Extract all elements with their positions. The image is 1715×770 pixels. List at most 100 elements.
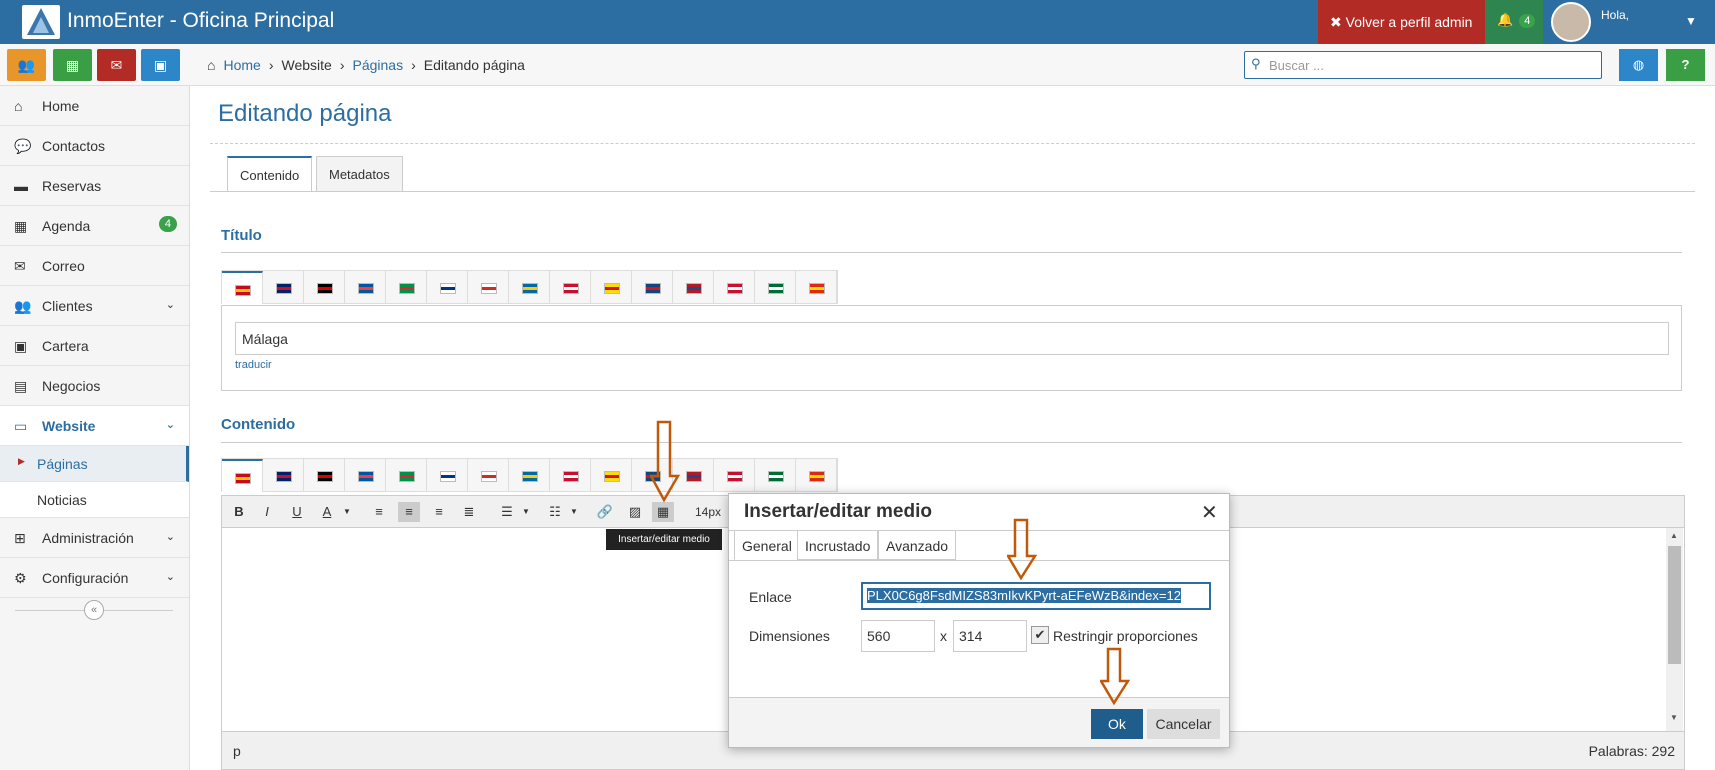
underline-button[interactable]: U	[286, 502, 308, 522]
flag-icon	[399, 471, 415, 482]
align-center-button[interactable]: ≡	[398, 502, 420, 522]
flag-icon	[768, 471, 784, 482]
flag-icon	[276, 283, 292, 294]
sidebar-item-website[interactable]: ▭ Website ⌄	[0, 406, 189, 446]
link-button[interactable]: 🔗	[594, 502, 616, 522]
translate-link[interactable]: traducir	[235, 359, 272, 371]
height-input[interactable]: 314	[953, 620, 1027, 652]
chevron-down-icon[interactable]: ▼	[336, 502, 358, 522]
sidebar-subitem-noticias[interactable]: Noticias	[0, 482, 189, 518]
scroll-up-icon[interactable]: ▲	[1670, 531, 1678, 540]
user-menu[interactable]: Hola, ▼	[1543, 0, 1715, 44]
font-size-select[interactable]: 14px	[690, 502, 726, 522]
title-input[interactable]: Málaga	[235, 322, 1669, 355]
sidebar-item-home[interactable]: ⌂ Home	[0, 86, 189, 126]
language-flag-tab[interactable]	[550, 459, 591, 492]
language-flag-tab[interactable]	[304, 271, 345, 304]
align-right-button[interactable]: ≡	[428, 502, 450, 522]
language-flag-tab[interactable]	[427, 459, 468, 492]
sidebar-subitem-paginas[interactable]: ▶ Páginas	[0, 446, 189, 482]
language-flag-tab[interactable]	[263, 271, 304, 304]
sidebar-item-correo[interactable]: ✉ Correo	[0, 246, 189, 286]
sidebar-item-administracion[interactable]: ⊞ Administración ⌄	[0, 518, 189, 558]
language-flag-tab[interactable]	[263, 459, 304, 492]
bold-button[interactable]: B	[228, 502, 250, 522]
language-flag-tab[interactable]	[755, 459, 796, 492]
sidebar-item-agenda[interactable]: ▦ Agenda 4	[0, 206, 189, 246]
language-flag-tab[interactable]	[714, 459, 755, 492]
calendar-quick-button[interactable]: ▦	[53, 49, 92, 81]
tooltip: Insertar/editar medio	[606, 529, 722, 550]
bell-icon: 🔔	[1497, 12, 1514, 27]
language-flag-tab[interactable]	[509, 271, 550, 304]
language-flag-tab[interactable]	[591, 459, 632, 492]
briefcase-quick-button[interactable]: ▣	[141, 49, 180, 81]
breadcrumb-home[interactable]: Home	[223, 57, 260, 73]
globe-button[interactable]: ◍	[1619, 49, 1658, 81]
help-button[interactable]: ?	[1666, 49, 1705, 81]
language-flag-tab[interactable]	[509, 459, 550, 492]
language-flag-tab[interactable]	[468, 271, 509, 304]
dialog-tab-general[interactable]: General	[734, 530, 800, 560]
logo[interactable]	[22, 5, 60, 39]
width-input[interactable]: 560	[861, 620, 935, 652]
flag-icon	[727, 471, 743, 482]
language-flag-tab[interactable]	[673, 271, 714, 304]
language-flag-tab[interactable]	[468, 459, 509, 492]
language-flag-tab[interactable]	[550, 271, 591, 304]
dialog-tab-incrustado[interactable]: Incrustado	[797, 530, 879, 560]
text-color-button[interactable]: A	[316, 502, 338, 522]
language-flag-tab[interactable]	[222, 271, 263, 304]
mail-quick-button[interactable]: ✉	[97, 49, 136, 81]
language-flag-tab[interactable]	[714, 271, 755, 304]
constrain-checkbox[interactable]: ✔	[1031, 626, 1049, 644]
chevron-down-icon[interactable]: ▼	[515, 502, 537, 522]
media-button[interactable]: ▦	[652, 502, 674, 522]
flag-icon	[358, 283, 374, 294]
search-input[interactable]: ⚲ Buscar ...	[1244, 51, 1602, 79]
back-to-admin-button[interactable]: ✖ Volver a perfil admin	[1318, 0, 1485, 44]
scroll-down-icon[interactable]: ▼	[1670, 713, 1678, 722]
language-flag-tab[interactable]	[345, 459, 386, 492]
flag-icon	[809, 283, 825, 294]
language-flag-tab[interactable]	[796, 271, 837, 304]
language-flag-tab[interactable]	[304, 459, 345, 492]
italic-button[interactable]: I	[256, 502, 278, 522]
sidebar-item-contactos[interactable]: 💬 Contactos	[0, 126, 189, 166]
language-flag-tab[interactable]	[427, 271, 468, 304]
close-icon[interactable]: ✕	[1201, 500, 1218, 525]
scrollbar-thumb[interactable]	[1668, 546, 1681, 664]
link-input[interactable]: PLX0C6g8FsdMIZS83mIkvKPyrt-aEFeWzB&index…	[861, 582, 1211, 610]
chevron-down-icon[interactable]: ▼	[563, 502, 585, 522]
language-flag-tab[interactable]	[386, 271, 427, 304]
cancel-button[interactable]: Cancelar	[1147, 709, 1220, 739]
sidebar-item-label: Negocios	[42, 378, 101, 394]
breadcrumb-paginas[interactable]: Páginas	[353, 57, 404, 73]
image-button[interactable]: ▨	[624, 502, 646, 522]
language-flag-tab[interactable]	[222, 459, 263, 492]
ok-button[interactable]: Ok	[1091, 709, 1143, 739]
language-flag-tab[interactable]	[632, 271, 673, 304]
tab-contenido[interactable]: Contenido	[227, 156, 313, 192]
language-flag-tab[interactable]	[796, 459, 837, 492]
align-left-button[interactable]: ≡	[368, 502, 390, 522]
language-flag-tab[interactable]	[591, 271, 632, 304]
dialog-tab-avanzado[interactable]: Avanzado	[878, 530, 957, 560]
language-flag-tab[interactable]	[386, 459, 427, 492]
tab-metadatos[interactable]: Metadatos	[316, 156, 403, 192]
users-quick-button[interactable]: 👥	[7, 49, 46, 81]
sidebar-item-configuracion[interactable]: ⚙ Configuración ⌄	[0, 558, 189, 598]
element-path[interactable]: p	[233, 743, 241, 759]
sidebar-item-clientes[interactable]: 👥 Clientes ⌄	[0, 286, 189, 326]
justify-button[interactable]: ≣	[458, 502, 480, 522]
notifications-button[interactable]: 🔔 4	[1485, 0, 1543, 44]
sidebar-item-cartera[interactable]: ▣ Cartera	[0, 326, 189, 366]
gears-icon: ⚙	[14, 570, 27, 586]
collapse-sidebar-button[interactable]: «	[84, 600, 104, 620]
monitor-icon: ▭	[14, 418, 28, 434]
flag-icon	[645, 283, 661, 294]
sidebar-item-reservas[interactable]: ▬ Reservas	[0, 166, 189, 206]
sidebar-item-negocios[interactable]: ▤ Negocios	[0, 366, 189, 406]
language-flag-tab[interactable]	[755, 271, 796, 304]
language-flag-tab[interactable]	[345, 271, 386, 304]
